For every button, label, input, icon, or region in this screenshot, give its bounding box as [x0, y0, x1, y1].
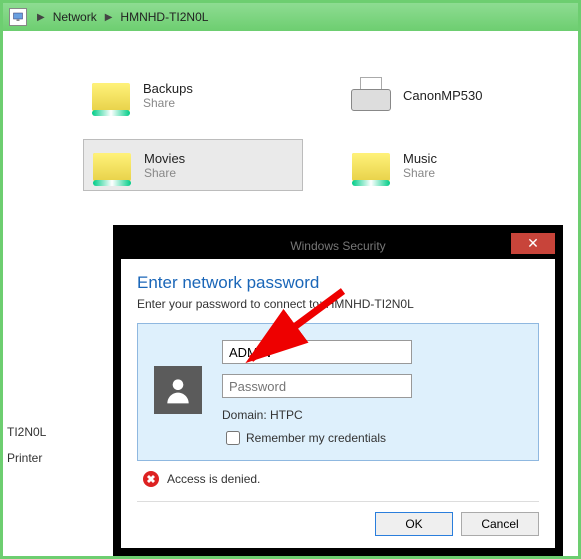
credentials-dialog: Windows Security ✕ Enter network passwor… — [113, 225, 563, 556]
folder-shared-icon — [89, 75, 133, 115]
breadcrumb-host[interactable]: HMNHD-TI2N0L — [116, 8, 212, 26]
chevron-right-icon: ▶ — [37, 12, 45, 23]
folder-shared-icon — [90, 145, 134, 185]
share-music[interactable]: MusicShare — [343, 139, 563, 191]
sidebar-fragment: TI2N0L Printer — [3, 419, 50, 471]
remember-checkbox[interactable] — [226, 431, 240, 445]
shares-grid: BackupsShare CanonMP530 MoviesShare Musi… — [83, 69, 563, 191]
error-row: ✖ Access is denied. — [143, 471, 539, 487]
close-icon: ✕ — [527, 235, 539, 252]
share-name: Music — [403, 151, 437, 166]
error-text: Access is denied. — [167, 472, 260, 486]
share-name: Movies — [144, 151, 185, 166]
network-icon — [9, 8, 27, 26]
close-button[interactable]: ✕ — [511, 233, 555, 254]
share-name: CanonMP530 — [403, 88, 483, 103]
share-type: Share — [144, 166, 185, 180]
ok-button[interactable]: OK — [375, 512, 453, 536]
share-movies[interactable]: MoviesShare — [83, 139, 303, 191]
cancel-button[interactable]: Cancel — [461, 512, 539, 536]
password-field[interactable] — [222, 374, 412, 398]
dialog-titlebar[interactable]: Windows Security ✕ — [121, 233, 555, 259]
sidebar-host[interactable]: TI2N0L — [3, 419, 50, 445]
folder-shared-icon — [349, 145, 393, 185]
breadcrumb-network[interactable]: Network — [49, 8, 101, 26]
breadcrumb[interactable]: ▶ Network ▶ HMNHD-TI2N0L — [3, 3, 578, 31]
chevron-right-icon: ▶ — [105, 12, 113, 23]
credentials-box: Domain: HTPC Remember my credentials — [137, 323, 539, 461]
share-backups[interactable]: BackupsShare — [83, 69, 303, 121]
printer-icon — [349, 75, 393, 115]
share-type: Share — [143, 96, 193, 110]
dialog-heading: Enter network password — [137, 273, 539, 293]
sidebar-printer[interactable]: Printer — [3, 445, 50, 471]
user-avatar-icon — [154, 366, 202, 414]
domain-label: Domain: HTPC — [222, 408, 522, 422]
error-icon: ✖ — [143, 471, 159, 487]
share-type: Share — [403, 166, 437, 180]
dialog-subtext: Enter your password to connect to: HMNHD… — [137, 297, 539, 311]
remember-label: Remember my credentials — [246, 431, 386, 445]
share-printer[interactable]: CanonMP530 — [343, 69, 563, 121]
username-field[interactable] — [222, 340, 412, 364]
remember-credentials[interactable]: Remember my credentials — [222, 428, 522, 448]
dialog-title: Windows Security — [290, 239, 385, 253]
share-name: Backups — [143, 81, 193, 96]
